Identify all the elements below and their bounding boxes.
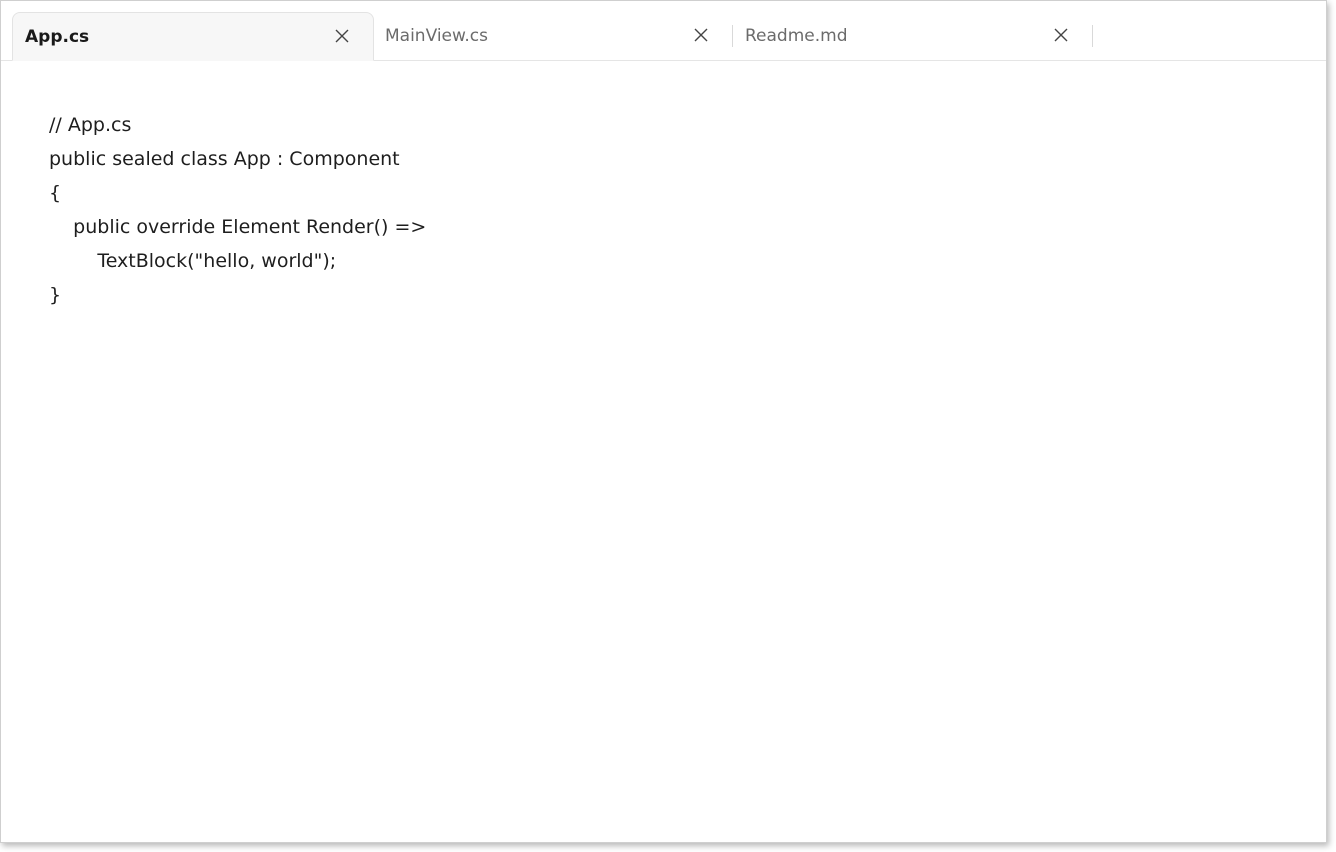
tab-mainview-cs[interactable]: MainView.cs xyxy=(373,12,731,60)
editor-window: App.cs MainView.cs Readme.md // App.cs p… xyxy=(0,0,1327,843)
code-line: // App.cs xyxy=(49,114,132,136)
tab-label: Readme.md xyxy=(745,26,848,46)
tab-divider xyxy=(1092,25,1093,47)
close-icon[interactable] xyxy=(691,25,711,45)
tab-strip: App.cs MainView.cs Readme.md xyxy=(1,1,1326,61)
code-line: } xyxy=(49,284,62,306)
code-editor[interactable]: // App.cs public sealed class App : Comp… xyxy=(49,108,1326,842)
tab-label: MainView.cs xyxy=(385,26,488,46)
tab-readme-md[interactable]: Readme.md xyxy=(733,12,1091,60)
code-line: public override Element Render() => xyxy=(49,216,427,238)
code-line: TextBlock("hello, world"); xyxy=(49,250,337,272)
code-line: public sealed class App : Component xyxy=(49,148,400,170)
tab-app-cs[interactable]: App.cs xyxy=(12,12,374,61)
code-line: { xyxy=(49,182,62,204)
close-icon[interactable] xyxy=(332,26,352,46)
close-icon[interactable] xyxy=(1051,25,1071,45)
tab-label: App.cs xyxy=(25,27,90,47)
